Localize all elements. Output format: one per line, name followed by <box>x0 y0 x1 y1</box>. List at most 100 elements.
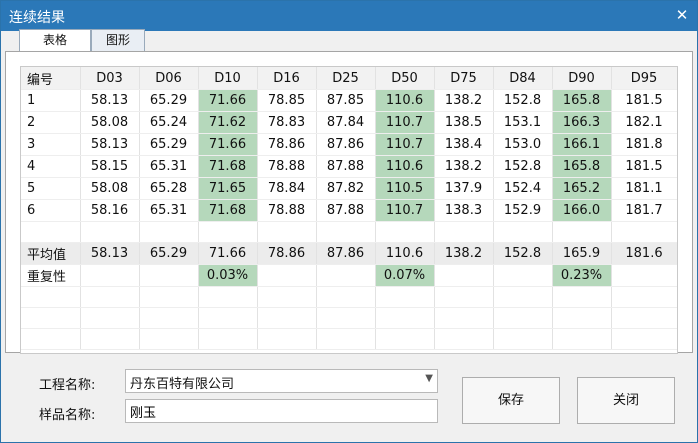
empty-row <box>21 286 677 308</box>
project-name-value: 丹东百特有限公司 <box>130 377 235 392</box>
table-row: 6 58.16 65.31 71.68 78.88 87.88 110.7 13… <box>21 199 677 222</box>
close-icon[interactable]: ✕ <box>667 1 697 31</box>
table-cell: 153.1 <box>493 111 553 134</box>
sample-name-input[interactable] <box>125 399 438 423</box>
table-cell: 137.9 <box>434 177 494 200</box>
empty-row <box>21 221 677 243</box>
project-name-label: 工程名称: <box>39 378 96 393</box>
table-row: 5 58.08 65.28 71.65 78.84 87.82 110.5 13… <box>21 177 677 200</box>
header-row: 编号 D03 D06 D10 D16 D25 D50 D75 D84 D90 D… <box>21 67 677 90</box>
title-bar: 连续结果 ✕ <box>1 1 697 31</box>
chevron-down-icon[interactable]: ▼ <box>425 373 433 384</box>
table-cell: 71.62 <box>198 111 258 134</box>
table-row: 1 58.13 65.29 71.66 78.85 87.85 110.6 13… <box>21 89 677 112</box>
table-cell: 65.31 <box>139 155 199 178</box>
table-cell: 2 <box>21 111 81 134</box>
empty-row <box>21 328 677 350</box>
table-cell: 166.0 <box>552 199 612 222</box>
table-cell: 71.65 <box>198 177 258 200</box>
average-cell: 110.6 <box>375 242 435 265</box>
sample-name-label: 样品名称: <box>39 408 96 423</box>
table-row: 3 58.13 65.29 71.66 78.86 87.86 110.7 13… <box>21 133 677 156</box>
table-cell: 87.88 <box>316 199 376 222</box>
table-cell: 71.66 <box>198 133 258 156</box>
repeatability-cell: 0.07% <box>375 264 435 287</box>
repeatability-cell <box>611 264 677 287</box>
average-cell: 65.29 <box>139 242 199 265</box>
table-cell: 65.28 <box>139 177 199 200</box>
col-header-d95: D95 <box>611 67 677 90</box>
table-cell: 110.7 <box>375 133 435 156</box>
average-cell: 58.13 <box>80 242 140 265</box>
empty-row <box>21 307 677 329</box>
table-cell: 152.9 <box>493 199 553 222</box>
average-row: 平均值 58.13 65.29 71.66 78.86 87.86 110.6 … <box>21 242 677 265</box>
table-cell: 138.4 <box>434 133 494 156</box>
average-cell: 71.66 <box>198 242 258 265</box>
average-label: 平均值 <box>21 242 81 265</box>
table-cell: 165.8 <box>552 155 612 178</box>
table-cell: 166.3 <box>552 111 612 134</box>
table-cell: 138.3 <box>434 199 494 222</box>
table-cell: 78.84 <box>257 177 317 200</box>
col-header-d03: D03 <box>80 67 140 90</box>
average-cell: 78.86 <box>257 242 317 265</box>
table-cell: 58.13 <box>80 133 140 156</box>
average-cell: 165.9 <box>552 242 612 265</box>
table-cell: 152.8 <box>493 155 553 178</box>
table-cell: 87.82 <box>316 177 376 200</box>
table-cell: 87.85 <box>316 89 376 112</box>
table-cell: 165.2 <box>552 177 612 200</box>
tab-panel: 编号 D03 D06 D10 D16 D25 D50 D75 D84 D90 D… <box>5 51 693 354</box>
table-cell: 181.8 <box>611 133 677 156</box>
tab-graph[interactable]: 图形 <box>91 29 145 51</box>
table-cell: 110.6 <box>375 155 435 178</box>
save-button[interactable]: 保存 <box>462 377 560 424</box>
table-row: 4 58.15 65.31 71.68 78.88 87.88 110.6 13… <box>21 155 677 178</box>
table-cell: 181.1 <box>611 177 677 200</box>
table-cell: 181.5 <box>611 89 677 112</box>
col-header-d90: D90 <box>552 67 612 90</box>
table-cell: 166.1 <box>552 133 612 156</box>
table-cell: 58.16 <box>80 199 140 222</box>
repeatability-cell <box>316 264 376 287</box>
col-header-d50: D50 <box>375 67 435 90</box>
table-cell: 58.13 <box>80 89 140 112</box>
table-cell: 78.83 <box>257 111 317 134</box>
table-cell: 58.08 <box>80 111 140 134</box>
col-header-d25: D25 <box>316 67 376 90</box>
table-cell: 153.0 <box>493 133 553 156</box>
window-title: 连续结果 <box>9 10 65 26</box>
average-cell: 152.8 <box>493 242 553 265</box>
repeatability-cell: 0.03% <box>198 264 258 287</box>
table-cell: 71.68 <box>198 199 258 222</box>
table-cell: 87.84 <box>316 111 376 134</box>
project-name-combobox[interactable]: 丹东百特有限公司 ▼ <box>125 369 438 393</box>
table-cell: 181.7 <box>611 199 677 222</box>
col-header-d84: D84 <box>493 67 553 90</box>
results-grid[interactable]: 编号 D03 D06 D10 D16 D25 D50 D75 D84 D90 D… <box>20 66 678 354</box>
table-cell: 71.66 <box>198 89 258 112</box>
average-cell: 138.2 <box>434 242 494 265</box>
table-cell: 182.1 <box>611 111 677 134</box>
repeatability-label: 重复性 <box>21 264 81 287</box>
table-cell: 152.8 <box>493 89 553 112</box>
table-cell: 110.6 <box>375 89 435 112</box>
table-cell: 71.68 <box>198 155 258 178</box>
col-header-d16: D16 <box>257 67 317 90</box>
table-cell: 87.86 <box>316 133 376 156</box>
tab-table[interactable]: 表格 <box>19 29 91 52</box>
table-cell: 58.15 <box>80 155 140 178</box>
table-cell: 78.88 <box>257 155 317 178</box>
results-window: 连续结果 ✕ 表格 图形 编号 D03 D06 D10 D16 D25 D50 … <box>0 0 698 443</box>
table-cell: 65.24 <box>139 111 199 134</box>
table-cell: 138.2 <box>434 89 494 112</box>
table-cell: 110.7 <box>375 111 435 134</box>
table-cell: 65.29 <box>139 89 199 112</box>
table-cell: 87.88 <box>316 155 376 178</box>
close-button[interactable]: 关闭 <box>577 377 675 424</box>
table-cell: 138.5 <box>434 111 494 134</box>
table-cell: 58.08 <box>80 177 140 200</box>
repeatability-cell <box>257 264 317 287</box>
table-cell: 6 <box>21 199 81 222</box>
